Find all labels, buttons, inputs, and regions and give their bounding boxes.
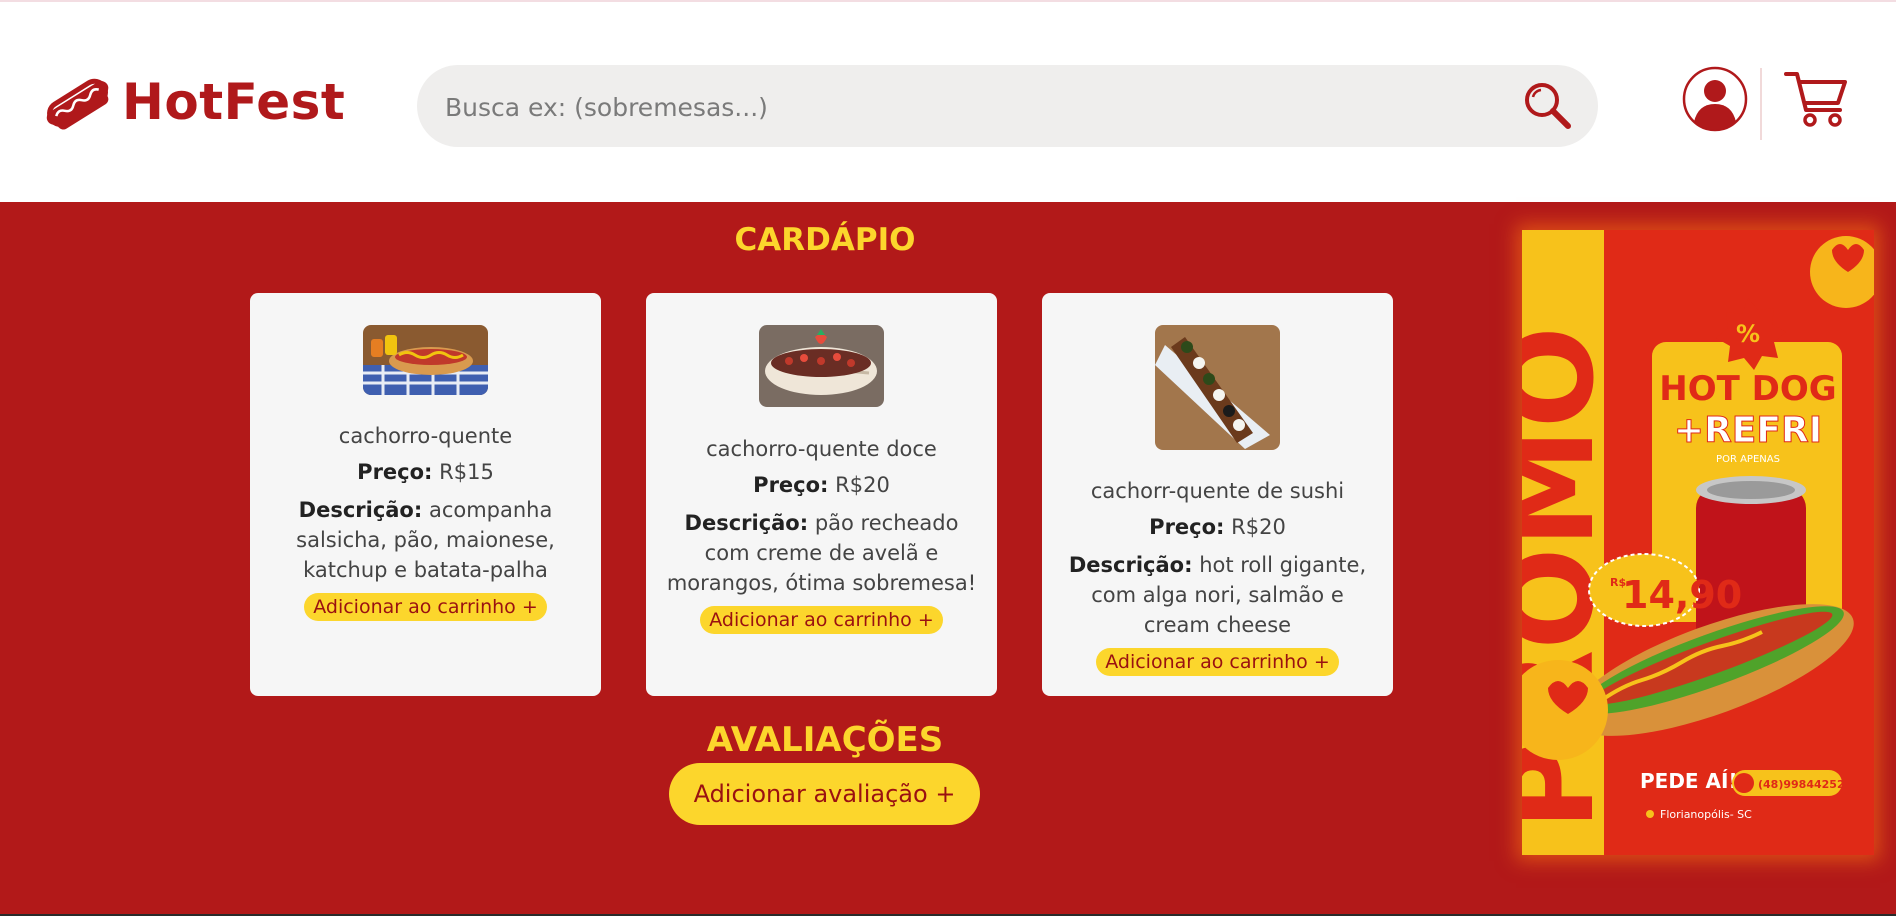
promo-cta: PEDE AÍ! <box>1640 769 1738 793</box>
search-icon <box>1525 83 1571 129</box>
add-review-button[interactable]: Adicionar avaliação + <box>669 763 980 825</box>
item-description: Descrição: acompanha salsicha, pão, maio… <box>268 495 583 585</box>
item-name: cachorro-quente doce <box>706 437 937 461</box>
brand-name: HotFest <box>122 73 346 131</box>
sushi-hot-dog-image <box>1155 325 1280 450</box>
item-price: Preço: R$20 <box>1060 514 1375 540</box>
promo-price: 14,90 <box>1622 573 1742 617</box>
promo-banner[interactable]: PROMO % HOT DOG +REFRI POR APENAS R$ 14,… <box>1522 230 1874 855</box>
search-input[interactable] <box>443 83 1447 131</box>
item-price: Preço: R$20 <box>664 472 979 498</box>
item-description: Descrição: pão recheado com creme de ave… <box>664 508 979 598</box>
item-name: cachorro-quente <box>338 424 513 448</box>
search-button[interactable] <box>1520 79 1574 133</box>
search-bar <box>417 65 1598 147</box>
price-value: R$15 <box>439 460 494 484</box>
desc-label: Descrição: <box>684 511 809 535</box>
svg-text:%: % <box>1736 320 1760 348</box>
promo-sub: POR APENAS <box>1716 454 1780 465</box>
item-name: cachorr-quente de sushi <box>1090 479 1345 503</box>
cart-button[interactable] <box>1784 68 1850 130</box>
desc-label: Descrição: <box>1068 553 1193 577</box>
menu-title: CARDÁPIO <box>734 222 916 258</box>
price-label: Preço: <box>357 460 433 484</box>
main-content: CARDÁPIO cachorro-quente Preço: R$15 Des… <box>0 202 1896 914</box>
price-label: Preço: <box>753 473 829 497</box>
sweet-hot-dog-image <box>759 325 884 407</box>
promo-location: Florianopólis- SC <box>1660 808 1752 821</box>
add-to-cart-button[interactable]: Adicionar ao carrinho + <box>1096 648 1339 676</box>
add-to-cart-button[interactable]: Adicionar ao carrinho + <box>700 606 943 634</box>
menu-card: cachorro-quente Preço: R$15 Descrição: a… <box>250 293 601 696</box>
price-value: R$20 <box>1231 515 1286 539</box>
reviews-title: AVALIAÇÕES <box>706 720 944 760</box>
add-to-cart-button[interactable]: Adicionar ao carrinho + <box>304 593 547 621</box>
hot-dog-icon <box>46 78 109 130</box>
promo-artwork: PROMO % HOT DOG +REFRI POR APENAS R$ 14,… <box>1522 230 1874 855</box>
item-price: Preço: R$15 <box>268 459 583 485</box>
header-divider <box>1760 68 1762 140</box>
item-description: Descrição: hot roll gigante, com alga no… <box>1060 550 1375 640</box>
promo-phone: (48)99844252 <box>1758 778 1845 791</box>
user-icon <box>1682 66 1748 132</box>
price-value: R$20 <box>835 473 890 497</box>
price-label: Preço: <box>1149 515 1225 539</box>
logo[interactable]: HotFest <box>42 72 345 132</box>
user-account-button[interactable] <box>1682 66 1748 132</box>
cart-icon <box>1784 72 1847 127</box>
hot-dog-image <box>363 325 488 395</box>
promo-line2: +REFRI <box>1674 410 1822 451</box>
menu-card: cachorr-quente de sushi Preço: R$20 Desc… <box>1042 293 1393 696</box>
desc-label: Descrição: <box>298 498 423 522</box>
promo-line1: HOT DOG <box>1659 369 1836 409</box>
site-header: HotFest <box>0 2 1896 202</box>
menu-card: cachorro-quente doce Preço: R$20 Descriç… <box>646 293 997 696</box>
